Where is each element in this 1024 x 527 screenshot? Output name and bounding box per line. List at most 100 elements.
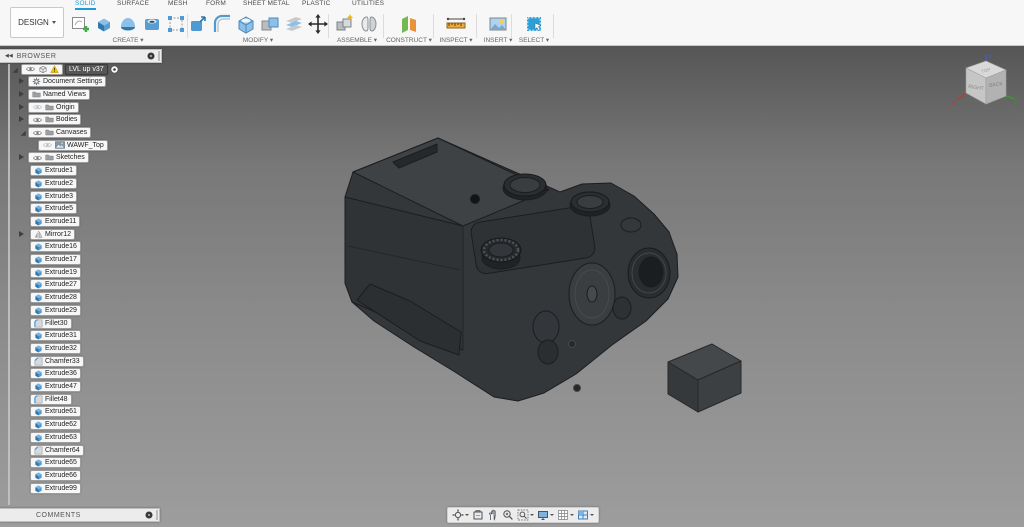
tree-row-chamfer33[interactable]: Chamfer33	[0, 355, 84, 367]
tree-row-extrude19[interactable]: Extrude19	[0, 266, 81, 278]
joint-icon[interactable]	[358, 13, 380, 35]
tree-row-extrude1[interactable]: Extrude1	[0, 165, 78, 177]
combine-icon[interactable]	[259, 13, 281, 35]
measure-icon[interactable]	[445, 13, 467, 35]
expand-arrow-icon[interactable]	[19, 230, 24, 237]
tree-row-extrude65[interactable]: Extrude65	[0, 457, 81, 469]
tab-plastic[interactable]: PLASTIC	[302, 0, 331, 8]
expand-arrow-icon[interactable]	[19, 154, 24, 161]
extrude-icon	[34, 458, 43, 467]
tree-row-extrude63[interactable]: Extrude63	[0, 431, 81, 443]
press-pull-icon[interactable]	[187, 13, 209, 35]
create-sketch-icon[interactable]	[69, 13, 91, 35]
gear-icon	[32, 77, 41, 86]
viewport-3d[interactable]: TOP RIGHT BACK Z X Y ◀◀ BROWSER LVL up v…	[0, 46, 1024, 527]
expand-arrow-icon[interactable]	[19, 90, 24, 97]
grid-button[interactable]	[557, 508, 574, 522]
visibility-eye-icon[interactable]	[32, 116, 43, 124]
visibility-eye-icon[interactable]	[25, 65, 36, 73]
tree-label: Extrude27	[45, 281, 77, 289]
extrude-icon[interactable]	[93, 13, 115, 35]
fit-button[interactable]	[517, 508, 534, 522]
offset-face-icon[interactable]	[283, 13, 305, 35]
model-box-body[interactable]	[667, 343, 742, 413]
tab-surface[interactable]: SURFACE	[117, 0, 149, 8]
expand-arrow-icon[interactable]	[19, 103, 24, 110]
expand-arrow-icon[interactable]	[19, 78, 24, 85]
group-label-create[interactable]: CREATE ▾	[66, 36, 190, 44]
extrude-icon	[34, 166, 43, 175]
tree-row-extrude47[interactable]: Extrude47	[0, 381, 81, 393]
group-label-insert[interactable]: INSERT ▾	[479, 36, 517, 44]
folder-icon	[45, 115, 54, 124]
expand-arrow-icon[interactable]	[19, 116, 24, 123]
visibility-eye-icon[interactable]	[32, 154, 43, 162]
pan-button[interactable]	[487, 508, 499, 522]
display-settings-button[interactable]	[537, 508, 554, 522]
select-icon[interactable]	[523, 13, 545, 35]
group-label-select[interactable]: SELECT ▾	[514, 36, 554, 44]
selected-component-chip[interactable]: LVL up v37	[65, 63, 108, 75]
tree-row-extrude27[interactable]: Extrude27	[0, 279, 81, 291]
visibility-eye-off-icon[interactable]	[42, 141, 53, 149]
tree-row-extrude62[interactable]: Extrude62	[0, 419, 81, 431]
tree-row-extrude66[interactable]: Extrude66	[0, 469, 81, 481]
tree-row-extrude3[interactable]: Extrude3	[0, 190, 78, 202]
fillet-icon[interactable]	[211, 13, 233, 35]
tree-row-extrude99[interactable]: Extrude99	[0, 482, 81, 494]
group-label-construct[interactable]: CONSTRUCT ▾	[386, 36, 432, 44]
move-icon[interactable]	[307, 13, 329, 35]
tree-row-fillet48[interactable]: Fillet48	[0, 393, 72, 405]
tab-form[interactable]: FORM	[206, 0, 226, 8]
tree-row-extrude29[interactable]: Extrude29	[0, 304, 81, 316]
tree-row-extrude17[interactable]: Extrude17	[0, 254, 81, 266]
tree-row-extrude61[interactable]: Extrude61	[0, 406, 81, 418]
group-label-modify[interactable]: MODIFY ▾	[190, 36, 326, 44]
tree-row-extrude16[interactable]: Extrude16	[0, 241, 81, 253]
tree-row-extrude11[interactable]: Extrude11	[0, 215, 81, 227]
revolve-icon[interactable]	[117, 13, 139, 35]
tree-row-extrude32[interactable]: Extrude32	[0, 342, 81, 354]
tab-sheet-metal[interactable]: SHEET METAL	[243, 0, 290, 8]
group-label-assemble[interactable]: ASSEMBLE ▾	[331, 36, 383, 44]
tree-row-named-views[interactable]: Named Views	[0, 88, 91, 100]
visibility-eye-off-icon[interactable]	[32, 103, 43, 111]
tab-mesh[interactable]: MESH	[168, 0, 188, 8]
activate-component-radio-icon[interactable]	[110, 65, 119, 74]
construction-plane-icon[interactable]	[398, 13, 420, 35]
shell-icon[interactable]	[235, 13, 257, 35]
tree-row-document-settings[interactable]: Document Settings	[0, 76, 107, 88]
zoom-button[interactable]	[502, 508, 514, 522]
tree-row-lvl-up-v37[interactable]: LVL up v37	[0, 63, 119, 75]
tab-utilities[interactable]: UTILITIES	[352, 0, 384, 8]
tree-label: Extrude3	[45, 192, 74, 200]
collapse-arrow-icon[interactable]	[19, 129, 27, 137]
tree-row-extrude5[interactable]: Extrude5	[0, 203, 78, 215]
visibility-eye-icon[interactable]	[32, 129, 43, 137]
tree-row-canvases[interactable]: Canvases	[0, 127, 92, 139]
new-component-icon[interactable]	[334, 13, 356, 35]
tree-row-wawf-top[interactable]: WAWF_Top	[0, 139, 108, 151]
group-label-inspect[interactable]: INSPECT ▾	[436, 36, 476, 44]
collapse-arrow-icon[interactable]	[11, 66, 19, 74]
tree-row-chamfer64[interactable]: Chamfer64	[0, 444, 84, 456]
tree-row-extrude28[interactable]: Extrude28	[0, 292, 81, 304]
look-at-button[interactable]	[472, 508, 484, 522]
tree-row-mirror12[interactable]: Mirror12	[0, 228, 76, 240]
tab-solid[interactable]: SOLID	[75, 0, 96, 10]
tree-row-origin[interactable]: Origin	[0, 101, 79, 113]
orbit-button[interactable]	[452, 508, 469, 522]
tree-row-sketches[interactable]: Sketches	[0, 152, 89, 164]
tree-row-bodies[interactable]: Bodies	[0, 114, 82, 126]
pattern-icon[interactable]	[165, 13, 187, 35]
insert-image-icon[interactable]	[487, 13, 509, 35]
tree-row-extrude36[interactable]: Extrude36	[0, 368, 81, 380]
viewcube[interactable]: TOP RIGHT BACK Z X Y	[948, 52, 1020, 120]
hole-icon[interactable]	[141, 13, 163, 35]
tree-row-extrude31[interactable]: Extrude31	[0, 330, 81, 342]
model-body[interactable]	[344, 137, 679, 402]
tree-row-extrude2[interactable]: Extrude2	[0, 177, 78, 189]
chamfer-icon	[34, 445, 43, 455]
tree-row-fillet30[interactable]: Fillet30	[0, 317, 72, 329]
viewports-button[interactable]	[577, 508, 594, 522]
